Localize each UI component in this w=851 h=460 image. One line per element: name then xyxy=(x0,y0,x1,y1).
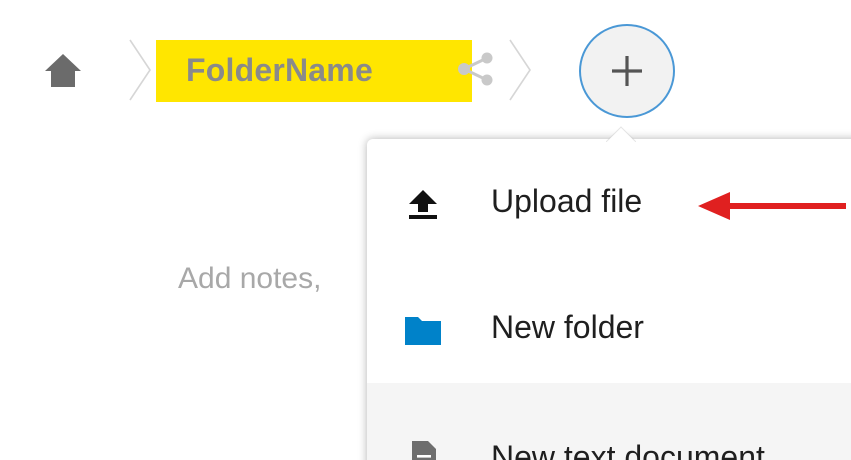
menu-item-new-folder[interactable]: New folder xyxy=(367,275,851,375)
menu-item-new-text-document[interactable]: New text document xyxy=(367,383,851,460)
breadcrumb-folder[interactable]: FolderName xyxy=(156,40,472,102)
home-icon[interactable] xyxy=(44,52,82,88)
chevron-right-icon xyxy=(129,39,151,101)
menu-item-label: New text document xyxy=(491,439,765,460)
menu-caret xyxy=(606,126,636,142)
plus-icon xyxy=(612,56,642,86)
upload-icon xyxy=(409,190,437,219)
text-document-icon xyxy=(412,441,436,460)
folder-icon xyxy=(405,317,441,345)
folder-name-label: FolderName xyxy=(186,52,373,88)
arrow-left-icon xyxy=(698,192,846,220)
files-app-view: FolderName Add notes, Upload file New fo… xyxy=(0,0,851,460)
menu-item-label: Upload file xyxy=(491,183,643,219)
new-button[interactable] xyxy=(579,24,675,118)
share-icon[interactable] xyxy=(455,52,497,86)
chevron-right-icon xyxy=(509,39,531,101)
menu-item-label: New folder xyxy=(491,309,644,345)
notes-placeholder[interactable]: Add notes, xyxy=(178,262,321,296)
